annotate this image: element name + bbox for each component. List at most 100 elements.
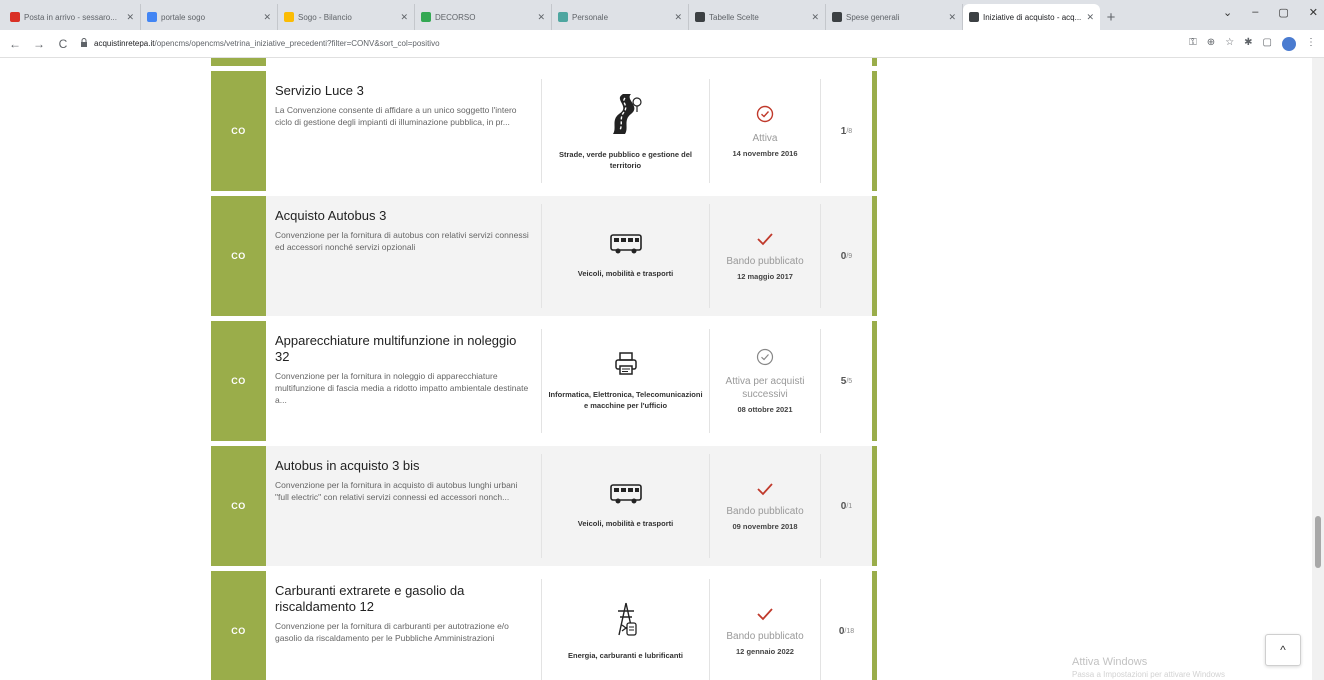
initiative-title[interactable]: Servizio Luce 3 <box>275 83 531 99</box>
chevron-up-icon: ^ <box>1280 643 1286 657</box>
category-block: Energia, carburanti e lubrificanti <box>542 571 709 680</box>
checkmark-icon <box>756 482 774 501</box>
page-viewport: CO Servizio Luce 3 La Convenzione consente… <box>0 58 1324 680</box>
tab-favicon-icon <box>421 12 431 22</box>
back-to-top-button[interactable]: ^ <box>1265 634 1301 666</box>
lock-icon[interactable] <box>80 38 88 49</box>
tab-search-icon[interactable]: ⌄ <box>1223 6 1232 19</box>
status-date: 09 novembre 2018 <box>732 521 798 531</box>
lots-count-total: /8 <box>846 127 853 135</box>
tab-favicon-icon <box>10 12 20 22</box>
checkmark-icon <box>756 232 774 251</box>
status-label: Attiva <box>752 132 778 144</box>
initiative-card[interactable]: CO Carburanti extrarete e gasolio da risc… <box>211 571 877 680</box>
initiatives-list: CO Servizio Luce 3 La Convenzione consente… <box>211 58 877 680</box>
zoom-icon[interactable]: ⊕ <box>1207 37 1215 51</box>
tab-close-icon[interactable]: ✕ <box>811 12 819 23</box>
browser-tab[interactable]: portale sogo ✕ <box>141 4 278 30</box>
browser-tab[interactable]: Posta in arrivo - sessaro... ✕ <box>4 4 141 30</box>
tab-title: Tabelle Scelte <box>709 12 759 22</box>
browser-tab[interactable]: Iniziative di acquisto - acq... ✕ <box>963 4 1100 30</box>
forward-button[interactable]: → <box>32 37 46 51</box>
lots-count: 1/8 <box>821 71 872 191</box>
category-block: Informatica, Elettronica, Telecomunicazi… <box>542 321 709 441</box>
browser-tab[interactable]: Sogo - Bilancio ✕ <box>278 4 415 30</box>
new-tab-button[interactable]: + <box>1100 4 1122 30</box>
road-icon <box>609 92 643 141</box>
category-label: Strade, verde pubblico e gestione del te… <box>559 149 692 170</box>
initiative-card[interactable]: CO Servizio Luce 3 La Convenzione consente… <box>211 71 877 191</box>
check-circle-icon <box>756 105 774 128</box>
browser-tab[interactable]: Personale ✕ <box>552 4 689 30</box>
sidepanel-icon[interactable]: ▢ <box>1263 37 1272 51</box>
reload-button[interactable]: C <box>56 37 70 51</box>
status-label: Bando pubblicato <box>726 505 804 517</box>
energy-pylon-icon <box>614 601 638 642</box>
status-block: Bando pubblicato 12 gennaio 2022 <box>710 571 820 680</box>
windows-activation-hint: Passa a Impostazioni per attivare Window… <box>1072 670 1225 679</box>
initiative-title[interactable]: Carburanti extrarete e gasolio da riscal… <box>275 583 531 615</box>
tab-title: DECORSO <box>435 12 476 22</box>
url-host: acquistinretepa.it <box>94 39 155 48</box>
browser-tab[interactable]: Tabelle Scelte ✕ <box>689 4 826 30</box>
tab-close-icon[interactable]: ✕ <box>126 12 134 23</box>
initiative-title[interactable]: Apparecchiature multifunzione in noleggi… <box>275 333 531 365</box>
menu-icon[interactable]: ⋮ <box>1306 37 1316 51</box>
scrollbar[interactable] <box>1312 58 1324 680</box>
initiative-description-block: Carburanti extrarete e gasolio da riscal… <box>266 571 541 680</box>
url-field[interactable]: acquistinretepa.it/opencms/opencms/vetri… <box>80 34 1179 54</box>
initiative-card[interactable]: CO Acquisto Autobus 3 Convenzione per la f… <box>211 196 877 316</box>
category-label: Informatica, Elettronica, Telecomunicazi… <box>548 389 703 410</box>
tab-close-icon[interactable]: ✕ <box>400 12 408 23</box>
browser-tab[interactable]: Spese generali ✕ <box>826 4 963 30</box>
initiative-description-block: Servizio Luce 3 La Convenzione consente d… <box>266 71 541 191</box>
tab-title: Sogo - Bilancio <box>298 12 352 22</box>
lots-count: 0/1 <box>821 446 872 566</box>
convention-badge: CO <box>211 446 266 566</box>
lots-count-total: /5 <box>846 377 853 385</box>
initiative-title[interactable]: Autobus in acquisto 3 bis <box>275 458 531 474</box>
previous-card-stub <box>211 58 877 66</box>
initiative-title[interactable]: Acquisto Autobus 3 <box>275 208 531 224</box>
tab-close-icon[interactable]: ✕ <box>263 12 271 23</box>
key-icon[interactable]: ⚿ <box>1189 37 1197 51</box>
lots-count-total: /9 <box>846 252 853 260</box>
tab-title: Spese generali <box>846 12 900 22</box>
convention-badge: CO <box>211 71 266 191</box>
back-button[interactable]: ← <box>8 37 22 51</box>
minimize-button[interactable]: – <box>1252 6 1258 19</box>
convention-badge: CO <box>211 321 266 441</box>
tab-favicon-icon <box>832 12 842 22</box>
tab-close-icon[interactable]: ✕ <box>537 12 545 23</box>
star-icon[interactable]: ☆ <box>1225 37 1234 51</box>
profile-avatar[interactable] <box>1282 36 1296 51</box>
windows-activation-watermark: Attiva Windows <box>1072 656 1148 668</box>
scrollbar-thumb[interactable] <box>1315 516 1321 568</box>
tab-close-icon[interactable]: ✕ <box>948 12 956 23</box>
tab-favicon-icon <box>147 12 157 22</box>
lots-count-total: /18 <box>844 627 855 635</box>
status-date: 14 novembre 2016 <box>732 148 798 158</box>
status-label: Bando pubblicato <box>726 255 804 267</box>
initiative-description: La Convenzione consente di affidare a un… <box>275 105 517 127</box>
tab-close-icon[interactable]: ✕ <box>674 12 682 23</box>
status-block: Attiva per acquisti successivi 08 ottobre… <box>710 321 820 441</box>
convention-badge: CO <box>211 571 266 680</box>
maximize-button[interactable]: ▢ <box>1278 6 1288 19</box>
tab-close-icon[interactable]: ✕ <box>1086 12 1094 23</box>
check-circle-grey-icon <box>756 348 774 371</box>
close-window-button[interactable]: ✕ <box>1309 6 1318 19</box>
tab-favicon-icon <box>284 12 294 22</box>
lots-count-total: /1 <box>846 502 853 510</box>
initiative-card[interactable]: CO Autobus in acquisto 3 bis Convenzione p… <box>211 446 877 566</box>
initiative-card[interactable]: CO Apparecchiature multifunzione in noleg… <box>211 321 877 441</box>
initiative-description-block: Acquisto Autobus 3 Convenzione per la for… <box>266 196 541 316</box>
status-block: Bando pubblicato 09 novembre 2018 <box>710 446 820 566</box>
lots-count: 0/18 <box>821 571 872 680</box>
browser-tab-strip: Posta in arrivo - sessaro... ✕ portale sog… <box>0 0 1324 30</box>
extensions-icon[interactable]: ✱ <box>1244 37 1252 51</box>
category-label: Energia, carburanti e lubrificanti <box>567 651 684 660</box>
browser-tab[interactable]: DECORSO ✕ <box>415 4 552 30</box>
status-date: 08 ottobre 2021 <box>737 405 793 414</box>
lots-count: 0/9 <box>821 196 872 316</box>
